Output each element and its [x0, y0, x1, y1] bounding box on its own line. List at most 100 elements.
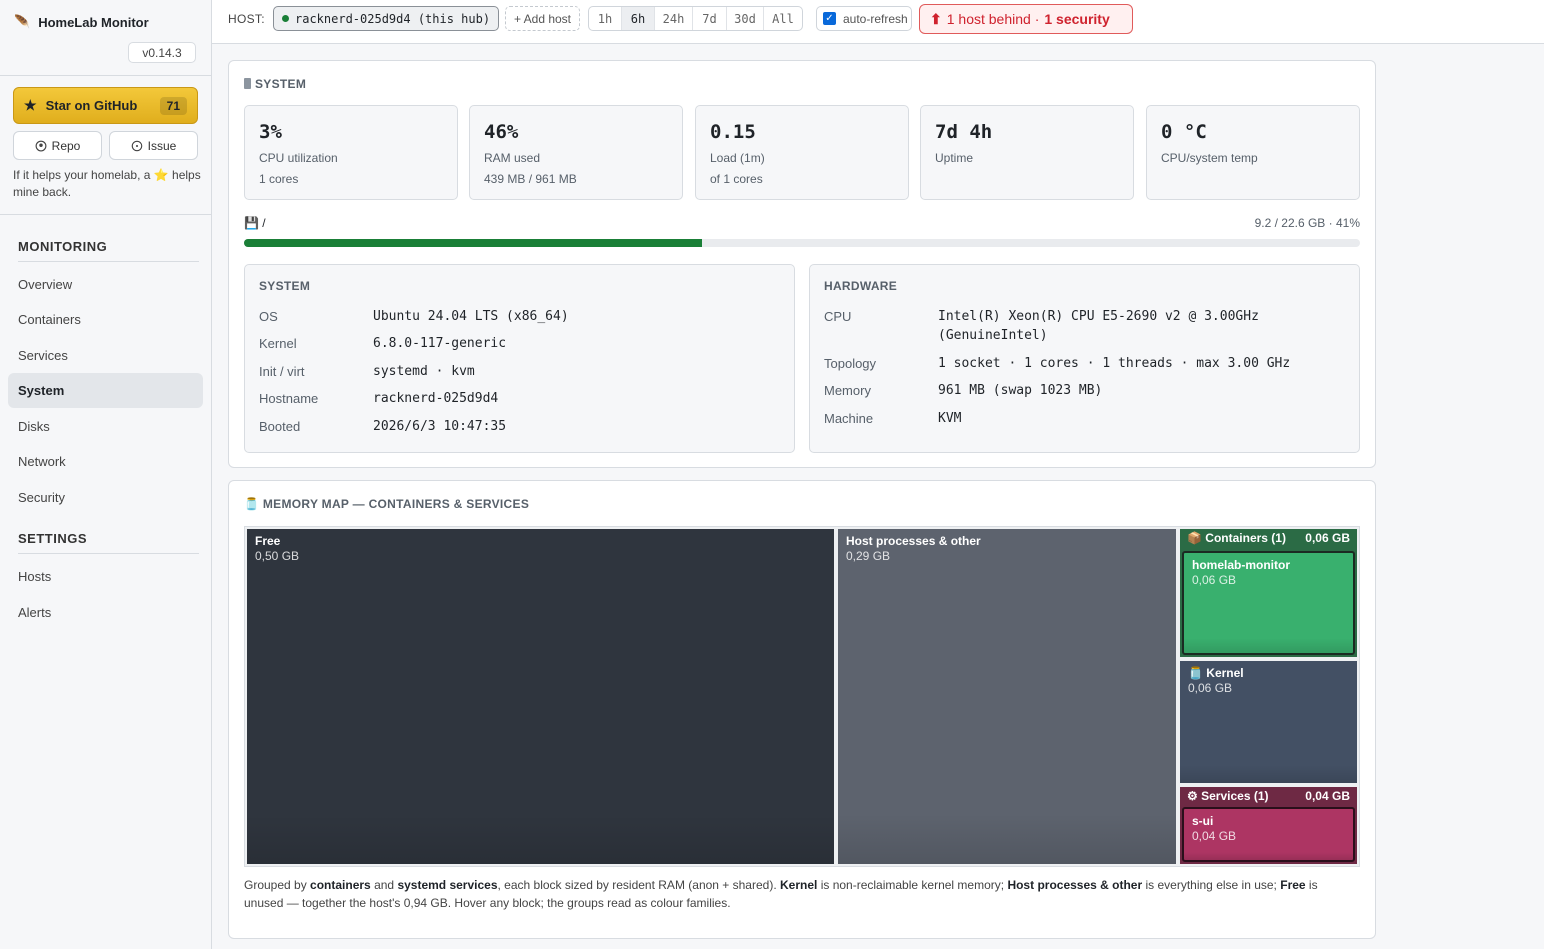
block-size: 0,06 GB — [1192, 573, 1237, 587]
info-value: Intel(R) Xeon(R) CPU E5-2690 v2 @ 3.00GH… — [938, 309, 1259, 324]
disk-label: 💾 / — [244, 216, 266, 230]
stat-value: 7d 4h — [935, 121, 993, 143]
update-alert-badge[interactable]: ⬆ 1 host behind · 1 security — [919, 4, 1133, 34]
stat-sub: 439 MB / 961 MB — [484, 172, 577, 186]
info-key: Memory — [824, 383, 871, 398]
stat-label: Load (1m) — [710, 151, 765, 165]
auto-refresh-toggle[interactable]: ✓ auto-refresh — [816, 6, 912, 31]
auto-refresh-label: auto-refresh — [843, 11, 908, 26]
group-header: 📦 Containers (1) 0,06 GB — [1180, 529, 1357, 547]
block-size: 0,50 GB — [255, 549, 300, 563]
divider — [0, 75, 211, 76]
gear-icon: ⚙ — [1187, 789, 1198, 803]
range-30d[interactable]: 30d — [727, 7, 764, 30]
app-name: HomeLab Monitor — [38, 14, 149, 30]
stat-sub: of 1 cores — [710, 172, 763, 186]
memory-treemap: Free 0,50 GB Host processes & other 0,29… — [244, 526, 1360, 867]
server-icon — [244, 78, 251, 89]
stat-uptime: 7d 4h Uptime — [920, 105, 1134, 200]
group-total: 0,06 GB — [1305, 531, 1350, 545]
treemap-block-s-ui[interactable]: s-ui 0,04 GB — [1182, 807, 1355, 862]
stat-value: 0.15 — [710, 121, 756, 143]
info-value: 6.8.0-117-generic — [373, 336, 507, 351]
star-on-github-button[interactable]: ★ Star on GitHub 71 — [13, 87, 198, 124]
treemap-block-free[interactable]: Free 0,50 GB — [247, 529, 834, 864]
block-name: s-ui — [1192, 814, 1214, 828]
stat-temp: 0 °C CPU/system temp — [1146, 105, 1360, 200]
hardware-info-title: HARDWARE — [824, 279, 898, 293]
floppy-disk-icon: 💾 — [244, 216, 259, 230]
group-header: ⚙ Services (1) 0,04 GB — [1180, 787, 1357, 805]
sidebar-item-hosts[interactable]: Hosts — [8, 559, 203, 594]
star-label: Star on GitHub — [45, 98, 138, 113]
info-key: Init / virt — [259, 364, 305, 379]
system-info-title: SYSTEM — [259, 279, 311, 293]
treemap-block-kernel[interactable]: 🫙 Kernel 0,06 GB — [1180, 661, 1357, 783]
block-name: 🫙 Kernel — [1188, 666, 1244, 680]
group-total: 0,04 GB — [1305, 789, 1350, 803]
checkbox-checked-icon[interactable]: ✓ — [823, 12, 836, 25]
alert-emphasis: 1 security — [1044, 11, 1110, 27]
block-size: 0,29 GB — [846, 549, 891, 563]
divider — [18, 261, 199, 262]
stat-sub: 1 cores — [259, 172, 299, 186]
stat-cpu: 3% CPU utilization 1 cores — [244, 105, 458, 200]
sidebar-item-services[interactable]: Services — [8, 338, 203, 373]
sidebar-item-disks[interactable]: Disks — [8, 409, 203, 444]
topbar: HOST: racknerd-025d9d4 (this hub) + Add … — [212, 0, 1544, 44]
sidebar-item-containers[interactable]: Containers — [8, 302, 203, 337]
treemap-group-services[interactable]: ⚙ Services (1) 0,04 GB s-ui 0,04 GB — [1180, 787, 1357, 864]
star-count: 71 — [159, 96, 187, 115]
info-value: KVM — [938, 411, 962, 426]
info-key: OS — [259, 309, 278, 324]
info-key: Booted — [259, 419, 301, 434]
issue-button[interactable]: Issue — [109, 131, 198, 160]
stat-label: CPU/system temp — [1161, 151, 1258, 165]
range-1h[interactable]: 1h — [589, 7, 622, 30]
range-24h[interactable]: 24h — [655, 7, 693, 30]
treemap-group-containers[interactable]: 📦 Containers (1) 0,06 GB homelab-monitor… — [1180, 529, 1357, 657]
monitoring-section-title: MONITORING — [18, 239, 108, 254]
range-all[interactable]: All — [764, 7, 802, 30]
stat-load: 0.15 Load (1m) of 1 cores — [695, 105, 909, 200]
sidebar-item-overview[interactable]: Overview — [8, 267, 203, 302]
stat-value: 0 °C — [1161, 121, 1207, 143]
stat-value: 46% — [484, 121, 519, 143]
block-name: homelab-monitor — [1192, 558, 1290, 572]
disk-usage-text: 9.2 / 22.6 GB · 41% — [1254, 216, 1360, 230]
memory-icon: 🫙 — [244, 497, 260, 511]
brand[interactable]: 🪶 HomeLab Monitor — [14, 14, 149, 30]
host-select[interactable]: racknerd-025d9d4 (this hub) — [273, 6, 499, 31]
treemap-block-host-processes[interactable]: Host processes & other 0,29 GB — [838, 529, 1176, 864]
range-7d[interactable]: 7d — [693, 7, 727, 30]
logo-icon: 🪶 — [14, 14, 31, 29]
settings-section-title: SETTINGS — [18, 531, 88, 546]
sidebar: 🪶 HomeLab Monitor v0.14.3 ★ Star on GitH… — [0, 0, 212, 949]
star-icon: ★ — [24, 97, 37, 113]
stat-label: Uptime — [935, 151, 974, 165]
add-host-button[interactable]: + Add host — [505, 6, 580, 31]
issue-icon — [131, 140, 142, 151]
host-select-value: racknerd-025d9d4 (this hub) — [295, 11, 491, 26]
sidebar-item-system[interactable]: System — [8, 373, 203, 408]
info-value: racknerd-025d9d4 — [373, 391, 499, 406]
info-value: Ubuntu 24.04 LTS (x86_64) — [373, 309, 569, 324]
sidebar-item-alerts[interactable]: Alerts — [8, 595, 203, 630]
treemap-block-homelab-monitor[interactable]: homelab-monitor 0,06 GB — [1182, 551, 1355, 655]
sidebar-item-network[interactable]: Network — [8, 444, 203, 479]
repo-button[interactable]: Repo — [13, 131, 102, 160]
disk-usage-bar — [244, 239, 1360, 247]
container-icon: 📦 — [1187, 531, 1202, 545]
disk-mount: / — [262, 216, 266, 230]
range-6h[interactable]: 6h — [622, 7, 655, 30]
divider — [0, 214, 211, 215]
info-value: 2026/6/3 10:47:35 — [373, 419, 507, 434]
memory-map-note: Grouped by containers and systemd servic… — [244, 878, 1318, 910]
host-status-dot — [282, 15, 289, 22]
host-label: HOST: — [228, 12, 265, 26]
block-name: Host processes & other — [846, 534, 981, 548]
sidebar-item-security[interactable]: Security — [8, 480, 203, 515]
issue-label: Issue — [147, 138, 177, 153]
memory-map-title: 🫙 MEMORY MAP — CONTAINERS & SERVICES — [244, 497, 530, 511]
info-key: Machine — [824, 411, 874, 426]
